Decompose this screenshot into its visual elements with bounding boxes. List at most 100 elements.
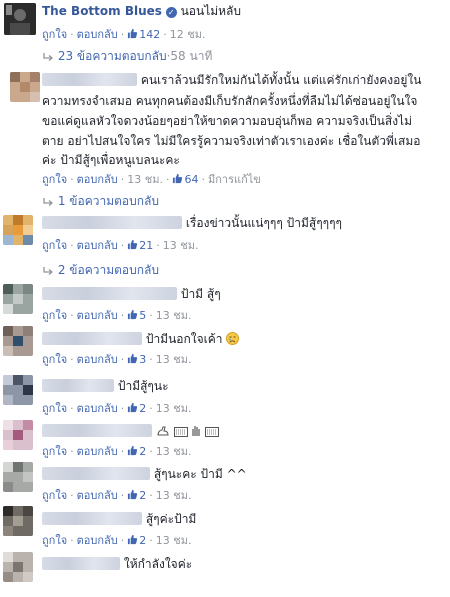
avatar[interactable] <box>4 3 36 35</box>
like-count[interactable]: 2 <box>127 445 146 458</box>
comment-body: เรื่องข่าวนั้นแน่ๆๆๆ ป้ามีสู้ๆๆๆๆ <box>42 215 342 231</box>
comment-text-line: ขอแค่ดูแลหัวใจดวงน้อยๆอย่าให้ขาดความอบอุ… <box>42 114 412 128</box>
reply-arrow-icon <box>43 267 54 275</box>
thumbs-up-icon <box>128 353 138 364</box>
reply-arrow-icon <box>43 53 54 61</box>
hand-icon <box>192 426 201 436</box>
timestamp[interactable]: 13 ชม. <box>156 445 192 458</box>
view-replies-link[interactable]: 1 ข้อความตอบกลับ <box>42 192 159 211</box>
comment-actions: ถูกใจ · ตอบกลับ · 2 · 13 ชม. <box>42 534 192 547</box>
like-count[interactable]: 2 <box>127 534 146 547</box>
like-button[interactable]: ถูกใจ <box>42 353 67 366</box>
redacted-name[interactable] <box>42 467 150 480</box>
main-comment-body: The Bottom Blues ✓ นอนไม่หลับ <box>42 3 241 19</box>
thumbs-up-icon <box>128 489 138 500</box>
like-button[interactable]: ถูกใจ <box>42 534 67 547</box>
flexed-arm-icon <box>157 426 169 436</box>
like-count[interactable]: 5 <box>127 309 146 322</box>
comment-body: สู้ๆค่ะป้ามี <box>42 511 196 527</box>
avatar[interactable] <box>3 375 33 405</box>
avatar[interactable] <box>3 462 33 492</box>
like-count[interactable]: 21 <box>127 239 153 252</box>
comment-body: สู้ๆนะคะ ป้ามี ^^ <box>42 466 247 482</box>
thumbs-up-icon <box>128 28 138 39</box>
like-count[interactable]: 2 <box>127 489 146 502</box>
timestamp[interactable]: 13 ชม. <box>156 309 192 322</box>
comment-actions: ถูกใจ · ตอบกลับ · 13 ชม. · 64 · มีการแก้ไข <box>42 173 261 186</box>
timestamp[interactable]: 12 ชม. <box>170 28 206 41</box>
reply-button[interactable]: ตอบกลับ <box>77 239 118 252</box>
redacted-name[interactable] <box>42 216 182 229</box>
comment-actions: ถูกใจ · ตอบกลับ · 21 · 13 ชม. <box>42 239 199 252</box>
reply-button[interactable]: ตอบกลับ <box>77 402 118 415</box>
like-button[interactable]: ถูกใจ <box>42 445 67 458</box>
comment-actions: ถูกใจ · ตอบกลับ · 142 · 12 ชม. <box>42 28 206 41</box>
redacted-name[interactable] <box>42 379 114 392</box>
reply-button[interactable]: ตอบกลับ <box>77 353 118 366</box>
timestamp[interactable]: 13 ชม. <box>156 534 192 547</box>
like-count[interactable]: 64 <box>172 173 198 186</box>
keyboard-icon <box>205 427 220 437</box>
comment-text-line: ตาย อย่าไปสนใจใคร ไม่มีใครรู้ความจริงเท่… <box>42 134 421 148</box>
comment-actions: ถูกใจ · ตอบกลับ · 2 · 13 ชม. <box>42 402 192 415</box>
reply-button[interactable]: ตอบกลับ <box>77 445 118 458</box>
thumbs-up-icon <box>128 534 138 545</box>
avatar[interactable] <box>3 552 33 582</box>
author-name[interactable]: The Bottom Blues <box>42 4 162 18</box>
like-count[interactable]: 142 <box>127 28 160 41</box>
edited-label[interactable]: มีการแก้ไข <box>208 173 261 186</box>
avatar[interactable] <box>3 326 33 356</box>
avatar[interactable] <box>10 72 40 102</box>
comment-body: ให้กำลังใจค่ะ <box>42 556 192 572</box>
comment-body: ป้ามีสู้ๆนะ <box>42 378 169 394</box>
like-button[interactable]: ถูกใจ <box>42 28 67 41</box>
view-replies-link[interactable]: 2 ข้อความตอบกลับ <box>42 261 159 280</box>
comment-text-line: ความทรงจำเสมอ คนทุกคนต้องมีเก็บรักสักครั… <box>42 94 418 108</box>
keyboard-icon <box>173 427 188 437</box>
thumbs-up-icon <box>128 239 138 250</box>
comment-body <box>42 423 220 439</box>
redacted-name[interactable] <box>42 512 142 525</box>
redacted-name[interactable] <box>42 332 142 345</box>
thumbs-up-icon <box>128 309 138 320</box>
reply-button[interactable]: ตอบกลับ <box>77 534 118 547</box>
comment-body: คนเราล้วนมีรักใหม่กันได้ทั้งนั้น แต่แค่ร… <box>42 72 421 88</box>
redacted-name[interactable] <box>42 557 120 570</box>
redacted-name[interactable] <box>42 424 152 437</box>
reply-button[interactable]: ตอบกลับ <box>77 309 118 322</box>
comment-actions: ถูกใจ · ตอบกลับ · 3 · 13 ชม. <box>42 353 192 366</box>
timestamp[interactable]: 13 ชม. <box>156 353 192 366</box>
like-button[interactable]: ถูกใจ <box>42 402 67 415</box>
redacted-name[interactable] <box>42 73 137 86</box>
crying-face-icon <box>226 332 240 345</box>
timestamp[interactable]: 13 ชม. <box>163 239 199 252</box>
like-count[interactable]: 2 <box>127 402 146 415</box>
comment-actions: ถูกใจ · ตอบกลับ · 2 · 13 ชม. <box>42 489 192 502</box>
comment-body: ป้ามี สู้ๆ <box>42 286 221 302</box>
reply-button[interactable]: ตอบกลับ <box>77 28 118 41</box>
reply-arrow-icon <box>43 198 54 206</box>
avatar[interactable] <box>3 506 33 536</box>
timestamp[interactable]: 13 ชม. <box>156 489 192 502</box>
like-button[interactable]: ถูกใจ <box>42 489 67 502</box>
like-button[interactable]: ถูกใจ <box>42 173 67 186</box>
avatar[interactable] <box>3 284 33 314</box>
reply-button[interactable]: ตอบกลับ <box>77 489 118 502</box>
view-replies-link[interactable]: 23 ข้อความตอบกลับ·58 นาที <box>42 47 212 66</box>
verified-badge-icon: ✓ <box>165 7 177 18</box>
avatar[interactable] <box>3 420 33 450</box>
thumbs-up-icon <box>128 402 138 413</box>
timestamp[interactable]: 13 ชม. <box>127 173 163 186</box>
reply-button[interactable]: ตอบกลับ <box>77 173 118 186</box>
comment-text-line: ค่ะ ป้ามีสู้ๆเพื่อหนูเบลนะคะ <box>42 153 180 167</box>
like-button[interactable]: ถูกใจ <box>42 309 67 322</box>
thumbs-up-icon <box>173 173 183 184</box>
like-count[interactable]: 3 <box>127 353 146 366</box>
comment-actions: ถูกใจ · ตอบกลับ · 5 · 13 ชม. <box>42 309 192 322</box>
thumbs-up-icon <box>128 445 138 456</box>
comment-body: ป้ามีนอกใจเค้า <box>42 331 240 347</box>
like-button[interactable]: ถูกใจ <box>42 239 67 252</box>
redacted-name[interactable] <box>42 287 177 300</box>
avatar[interactable] <box>3 215 33 245</box>
timestamp[interactable]: 13 ชม. <box>156 402 192 415</box>
